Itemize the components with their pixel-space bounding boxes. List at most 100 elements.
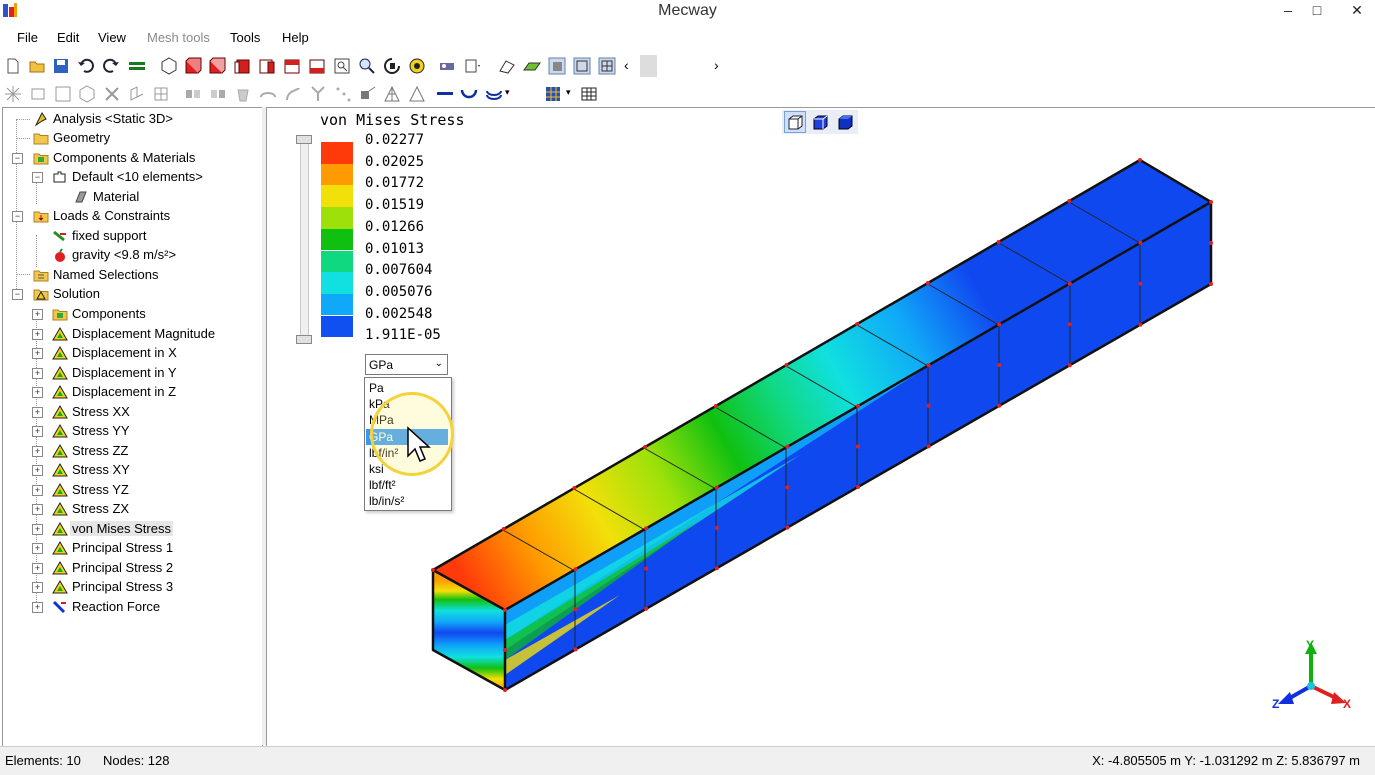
menu-help[interactable]: Help: [282, 30, 309, 45]
material-icon: [75, 191, 87, 203]
scatter-nodes-icon[interactable]: [334, 85, 352, 103]
collapse-default-icon[interactable]: −: [32, 172, 43, 183]
delete-icon[interactable]: [103, 85, 121, 103]
save-icon[interactable]: [52, 57, 70, 75]
expand-result-icon[interactable]: +: [32, 367, 43, 379]
sweep-icon[interactable]: [284, 85, 302, 103]
split-icon[interactable]: [209, 85, 227, 103]
solid-cube-icon[interactable]: [809, 111, 831, 133]
wireframe-view-icon[interactable]: [573, 57, 591, 75]
maximize-button[interactable]: □: [1302, 0, 1332, 22]
select-nodes-icon[interactable]: [4, 85, 22, 103]
new-file-icon[interactable]: [4, 57, 22, 75]
refine-icon[interactable]: [152, 85, 170, 103]
axis-x-label: X: [1343, 697, 1352, 711]
view-front-icon[interactable]: [184, 57, 202, 75]
undo-icon[interactable]: [77, 57, 95, 75]
result-triangle-icon: [52, 385, 68, 399]
merge-icon[interactable]: [184, 85, 202, 103]
legend-min-slider-handle[interactable]: [296, 335, 312, 344]
collapse-components-icon[interactable]: −: [12, 153, 23, 164]
expand-result-icon[interactable]: +: [32, 543, 43, 554]
mesh-node: [1138, 240, 1143, 245]
shell-dropdown-icon[interactable]: ▾: [505, 87, 510, 98]
result-triangle-icon: [52, 541, 68, 555]
element-dropdown-icon[interactable]: ▾: [566, 87, 571, 98]
menu-edit[interactable]: Edit: [57, 30, 79, 45]
expand-result-icon[interactable]: +: [32, 484, 43, 496]
table-icon[interactable]: [580, 85, 598, 103]
rotate-icon[interactable]: [383, 57, 401, 75]
open-folder-icon[interactable]: [28, 57, 46, 75]
legend-swatch: [321, 207, 353, 229]
expand-result-icon[interactable]: +: [32, 445, 43, 457]
collapse-loads-icon[interactable]: −: [12, 211, 23, 222]
triangle-icon[interactable]: [408, 85, 426, 103]
expand-result-icon[interactable]: +: [32, 387, 43, 398]
transform-icon[interactable]: [359, 85, 377, 103]
redo-icon[interactable]: [102, 57, 120, 75]
view-right-icon[interactable]: [258, 57, 276, 75]
tree-solution-label: Solution: [53, 286, 100, 301]
toolbar-scroll-right-icon[interactable]: ›: [714, 57, 719, 73]
tree-result-item-label: Principal Stress 2: [72, 559, 174, 575]
branch-icon[interactable]: [309, 85, 327, 103]
zoom-icon[interactable]: [358, 57, 376, 75]
expand-result-icon[interactable]: +: [32, 523, 43, 535]
box-select-icon[interactable]: [54, 85, 72, 103]
expand-result-icon[interactable]: +: [32, 601, 43, 613]
close-button[interactable]: ✕: [1342, 0, 1372, 22]
extrude-icon[interactable]: [128, 85, 146, 103]
beam-line-icon[interactable]: [436, 85, 454, 103]
curve-bowl-icon[interactable]: [460, 85, 478, 103]
zoom-box-icon[interactable]: [333, 57, 351, 75]
expand-result-icon[interactable]: +: [32, 309, 43, 320]
deformed-shape-icon[interactable]: [498, 57, 516, 75]
view-iso-wire-icon[interactable]: [160, 57, 178, 75]
view-left-icon[interactable]: [233, 57, 251, 75]
shell-icon[interactable]: [485, 85, 503, 103]
toolbar-scroll-thumb[interactable]: [640, 55, 657, 77]
bucket-icon[interactable]: [234, 85, 252, 103]
view-bottom-icon[interactable]: [308, 57, 326, 75]
expand-result-icon[interactable]: +: [32, 348, 43, 359]
display-dropdown-icon[interactable]: [464, 57, 482, 75]
menu-tools[interactable]: Tools: [230, 30, 260, 45]
revolve-icon[interactable]: [259, 85, 277, 103]
menu-view[interactable]: View: [98, 30, 126, 45]
collapse-solution-icon[interactable]: −: [12, 289, 23, 300]
outline-cube-icon[interactable]: [784, 111, 806, 133]
solid-view-icon[interactable]: [548, 57, 566, 75]
pan-icon[interactable]: [408, 57, 426, 75]
mesh-view-icon[interactable]: [598, 57, 616, 75]
menu-file[interactable]: File: [17, 30, 38, 45]
element-grid-icon[interactable]: [544, 85, 562, 103]
shaded-cube-icon[interactable]: [834, 111, 856, 133]
beam-model[interactable]: [420, 150, 1220, 700]
select-elements-icon[interactable]: [29, 85, 47, 103]
status-nodes: Nodes: 128: [103, 753, 170, 768]
view-back-icon[interactable]: [208, 57, 226, 75]
view-top-icon[interactable]: [283, 57, 301, 75]
tree-result-item-label: Principal Stress 3: [72, 579, 174, 594]
display-options-icon[interactable]: [438, 57, 456, 75]
mesh-toolbar: ▾ ▾: [0, 83, 1375, 109]
expand-result-icon[interactable]: +: [32, 504, 43, 515]
triangle-mesh-icon[interactable]: [383, 85, 401, 103]
contour-icon[interactable]: [523, 57, 541, 75]
expand-result-icon[interactable]: +: [32, 582, 43, 593]
main-toolbar: ‹ ›: [0, 55, 1375, 81]
menu-mesh-tools[interactable]: Mesh tools: [147, 30, 210, 45]
expand-result-icon[interactable]: +: [32, 328, 43, 340]
expand-result-icon[interactable]: +: [32, 426, 43, 437]
minimize-button[interactable]: –: [1273, 0, 1303, 22]
expand-result-icon[interactable]: +: [32, 406, 43, 418]
cube-select-icon[interactable]: [78, 85, 96, 103]
toolbar-scroll-left-icon[interactable]: ‹: [624, 57, 629, 73]
expand-result-icon[interactable]: +: [32, 562, 43, 574]
mesh-node: [1138, 322, 1143, 327]
legend-max-slider-handle[interactable]: [296, 135, 312, 144]
solve-icon[interactable]: [128, 57, 146, 75]
legend-slider-track[interactable]: [300, 136, 309, 341]
expand-result-icon[interactable]: +: [32, 465, 43, 476]
